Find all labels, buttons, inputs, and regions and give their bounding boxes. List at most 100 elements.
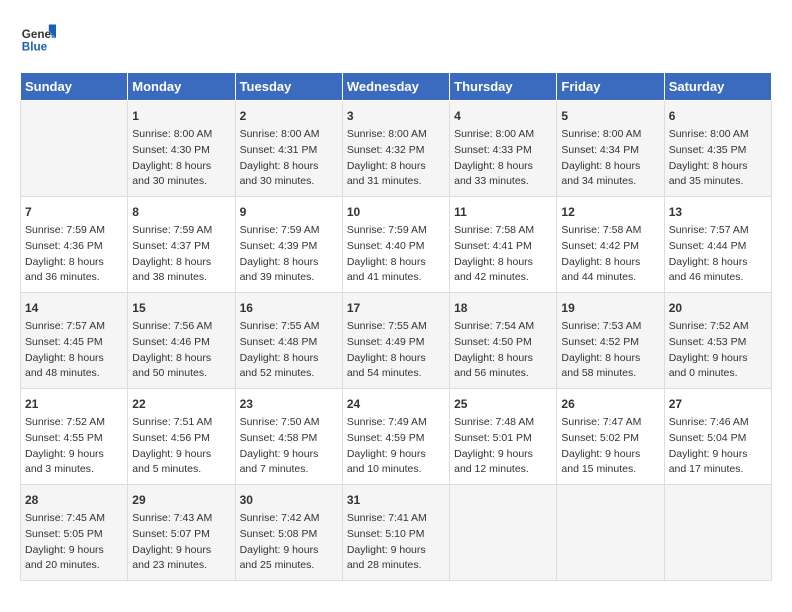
day-number: 18 bbox=[454, 299, 552, 317]
day-info: Sunrise: 8:00 AM Sunset: 4:35 PM Dayligh… bbox=[669, 127, 767, 190]
day-info: Sunrise: 8:00 AM Sunset: 4:31 PM Dayligh… bbox=[240, 127, 338, 190]
calendar-week-row: 14 Sunrise: 7:57 AM Sunset: 4:45 PM Dayli… bbox=[21, 293, 772, 389]
day-info: Sunrise: 7:59 AM Sunset: 4:37 PM Dayligh… bbox=[132, 223, 230, 286]
day-number: 21 bbox=[25, 395, 123, 413]
day-number: 16 bbox=[240, 299, 338, 317]
calendar-cell: 11Sunrise: 7:58 AM Sunset: 4:41 PM Dayli… bbox=[450, 197, 557, 293]
calendar-cell: 6 Sunrise: 8:00 AM Sunset: 4:35 PM Daylig… bbox=[664, 101, 771, 197]
day-header-wednesday: Wednesday bbox=[342, 73, 449, 101]
day-info: Sunrise: 7:57 AM Sunset: 4:44 PM Dayligh… bbox=[669, 223, 767, 286]
calendar-cell: 16 Sunrise: 7:55 AM Sunset: 4:48 PM Dayli… bbox=[235, 293, 342, 389]
calendar-cell: 28Sunrise: 7:45 AM Sunset: 5:05 PM Dayli… bbox=[21, 485, 128, 581]
day-number: 28 bbox=[25, 491, 123, 509]
calendar-week-row: 1Sunrise: 8:00 AM Sunset: 4:30 PM Daylig… bbox=[21, 101, 772, 197]
calendar-cell: 4Sunrise: 8:00 AM Sunset: 4:33 PM Daylig… bbox=[450, 101, 557, 197]
day-info: Sunrise: 7:59 AM Sunset: 4:39 PM Dayligh… bbox=[240, 223, 338, 286]
page-header: General Blue bbox=[20, 20, 772, 56]
day-info: Sunrise: 7:59 AM Sunset: 4:36 PM Dayligh… bbox=[25, 223, 123, 286]
day-number: 12 bbox=[561, 203, 659, 221]
calendar-cell: 14 Sunrise: 7:57 AM Sunset: 4:45 PM Dayli… bbox=[21, 293, 128, 389]
day-info: Sunrise: 7:46 AM Sunset: 5:04 PM Dayligh… bbox=[669, 415, 767, 478]
calendar-cell bbox=[557, 485, 664, 581]
day-header-tuesday: Tuesday bbox=[235, 73, 342, 101]
day-header-monday: Monday bbox=[128, 73, 235, 101]
day-info: Sunrise: 7:58 AM Sunset: 4:41 PM Dayligh… bbox=[454, 223, 552, 286]
day-info: Sunrise: 7:56 AM Sunset: 4:46 PM Dayligh… bbox=[132, 319, 230, 382]
calendar-body: 1Sunrise: 8:00 AM Sunset: 4:30 PM Daylig… bbox=[21, 101, 772, 581]
calendar-cell: 9 Sunrise: 7:59 AM Sunset: 4:39 PM Daylig… bbox=[235, 197, 342, 293]
day-info: Sunrise: 8:00 AM Sunset: 4:32 PM Dayligh… bbox=[347, 127, 445, 190]
day-number: 17 bbox=[347, 299, 445, 317]
calendar-cell: 7 Sunrise: 7:59 AM Sunset: 4:36 PM Daylig… bbox=[21, 197, 128, 293]
day-info: Sunrise: 7:47 AM Sunset: 5:02 PM Dayligh… bbox=[561, 415, 659, 478]
day-number: 26 bbox=[561, 395, 659, 413]
calendar-cell: 20 Sunrise: 7:52 AM Sunset: 4:53 PM Dayli… bbox=[664, 293, 771, 389]
day-info: Sunrise: 8:00 AM Sunset: 4:34 PM Dayligh… bbox=[561, 127, 659, 190]
calendar-week-row: 7 Sunrise: 7:59 AM Sunset: 4:36 PM Daylig… bbox=[21, 197, 772, 293]
day-info: Sunrise: 7:53 AM Sunset: 4:52 PM Dayligh… bbox=[561, 319, 659, 382]
calendar-week-row: 28Sunrise: 7:45 AM Sunset: 5:05 PM Dayli… bbox=[21, 485, 772, 581]
day-number: 30 bbox=[240, 491, 338, 509]
day-number: 20 bbox=[669, 299, 767, 317]
calendar-week-row: 21 Sunrise: 7:52 AM Sunset: 4:55 PM Dayli… bbox=[21, 389, 772, 485]
calendar-cell: 30 Sunrise: 7:42 AM Sunset: 5:08 PM Dayli… bbox=[235, 485, 342, 581]
calendar-cell: 13Sunrise: 7:57 AM Sunset: 4:44 PM Dayli… bbox=[664, 197, 771, 293]
calendar-cell bbox=[450, 485, 557, 581]
day-info: Sunrise: 7:55 AM Sunset: 4:48 PM Dayligh… bbox=[240, 319, 338, 382]
day-info: Sunrise: 7:55 AM Sunset: 4:49 PM Dayligh… bbox=[347, 319, 445, 382]
calendar-cell: 15 Sunrise: 7:56 AM Sunset: 4:46 PM Dayli… bbox=[128, 293, 235, 389]
calendar-cell: 18 Sunrise: 7:54 AM Sunset: 4:50 PM Dayli… bbox=[450, 293, 557, 389]
calendar-cell: 5 Sunrise: 8:00 AM Sunset: 4:34 PM Daylig… bbox=[557, 101, 664, 197]
calendar-cell bbox=[21, 101, 128, 197]
day-info: Sunrise: 7:43 AM Sunset: 5:07 PM Dayligh… bbox=[132, 511, 230, 574]
day-number: 15 bbox=[132, 299, 230, 317]
day-number: 27 bbox=[669, 395, 767, 413]
day-number: 10 bbox=[347, 203, 445, 221]
day-number: 14 bbox=[25, 299, 123, 317]
day-info: Sunrise: 7:51 AM Sunset: 4:56 PM Dayligh… bbox=[132, 415, 230, 478]
day-number: 3 bbox=[347, 107, 445, 125]
day-header-thursday: Thursday bbox=[450, 73, 557, 101]
calendar-cell: 10 Sunrise: 7:59 AM Sunset: 4:40 PM Dayli… bbox=[342, 197, 449, 293]
day-number: 6 bbox=[669, 107, 767, 125]
day-info: Sunrise: 7:49 AM Sunset: 4:59 PM Dayligh… bbox=[347, 415, 445, 478]
day-number: 25 bbox=[454, 395, 552, 413]
day-number: 31 bbox=[347, 491, 445, 509]
day-number: 9 bbox=[240, 203, 338, 221]
day-header-friday: Friday bbox=[557, 73, 664, 101]
day-info: Sunrise: 7:48 AM Sunset: 5:01 PM Dayligh… bbox=[454, 415, 552, 478]
day-number: 23 bbox=[240, 395, 338, 413]
calendar-cell: 25 Sunrise: 7:48 AM Sunset: 5:01 PM Dayli… bbox=[450, 389, 557, 485]
calendar-table: SundayMondayTuesdayWednesdayThursdayFrid… bbox=[20, 72, 772, 581]
calendar-cell: 22 Sunrise: 7:51 AM Sunset: 4:56 PM Dayli… bbox=[128, 389, 235, 485]
day-header-sunday: Sunday bbox=[21, 73, 128, 101]
calendar-header-row: SundayMondayTuesdayWednesdayThursdayFrid… bbox=[21, 73, 772, 101]
svg-text:Blue: Blue bbox=[22, 41, 48, 54]
day-number: 24 bbox=[347, 395, 445, 413]
day-number: 22 bbox=[132, 395, 230, 413]
calendar-cell: 26 Sunrise: 7:47 AM Sunset: 5:02 PM Dayli… bbox=[557, 389, 664, 485]
day-number: 7 bbox=[25, 203, 123, 221]
day-info: Sunrise: 7:59 AM Sunset: 4:40 PM Dayligh… bbox=[347, 223, 445, 286]
calendar-cell bbox=[664, 485, 771, 581]
calendar-cell: 29Sunrise: 7:43 AM Sunset: 5:07 PM Dayli… bbox=[128, 485, 235, 581]
calendar-cell: 21 Sunrise: 7:52 AM Sunset: 4:55 PM Dayli… bbox=[21, 389, 128, 485]
day-number: 1 bbox=[132, 107, 230, 125]
day-info: Sunrise: 7:54 AM Sunset: 4:50 PM Dayligh… bbox=[454, 319, 552, 382]
day-number: 19 bbox=[561, 299, 659, 317]
calendar-cell: 24 Sunrise: 7:49 AM Sunset: 4:59 PM Dayli… bbox=[342, 389, 449, 485]
calendar-cell: 19 Sunrise: 7:53 AM Sunset: 4:52 PM Dayli… bbox=[557, 293, 664, 389]
calendar-cell: 17 Sunrise: 7:55 AM Sunset: 4:49 PM Dayli… bbox=[342, 293, 449, 389]
day-info: Sunrise: 7:57 AM Sunset: 4:45 PM Dayligh… bbox=[25, 319, 123, 382]
calendar-cell: 12Sunrise: 7:58 AM Sunset: 4:42 PM Dayli… bbox=[557, 197, 664, 293]
day-info: Sunrise: 7:52 AM Sunset: 4:55 PM Dayligh… bbox=[25, 415, 123, 478]
day-info: Sunrise: 7:42 AM Sunset: 5:08 PM Dayligh… bbox=[240, 511, 338, 574]
day-number: 5 bbox=[561, 107, 659, 125]
day-info: Sunrise: 7:50 AM Sunset: 4:58 PM Dayligh… bbox=[240, 415, 338, 478]
day-header-saturday: Saturday bbox=[664, 73, 771, 101]
day-number: 8 bbox=[132, 203, 230, 221]
day-info: Sunrise: 7:52 AM Sunset: 4:53 PM Dayligh… bbox=[669, 319, 767, 382]
logo: General Blue bbox=[20, 20, 56, 56]
day-info: Sunrise: 7:41 AM Sunset: 5:10 PM Dayligh… bbox=[347, 511, 445, 574]
calendar-cell: 1Sunrise: 8:00 AM Sunset: 4:30 PM Daylig… bbox=[128, 101, 235, 197]
